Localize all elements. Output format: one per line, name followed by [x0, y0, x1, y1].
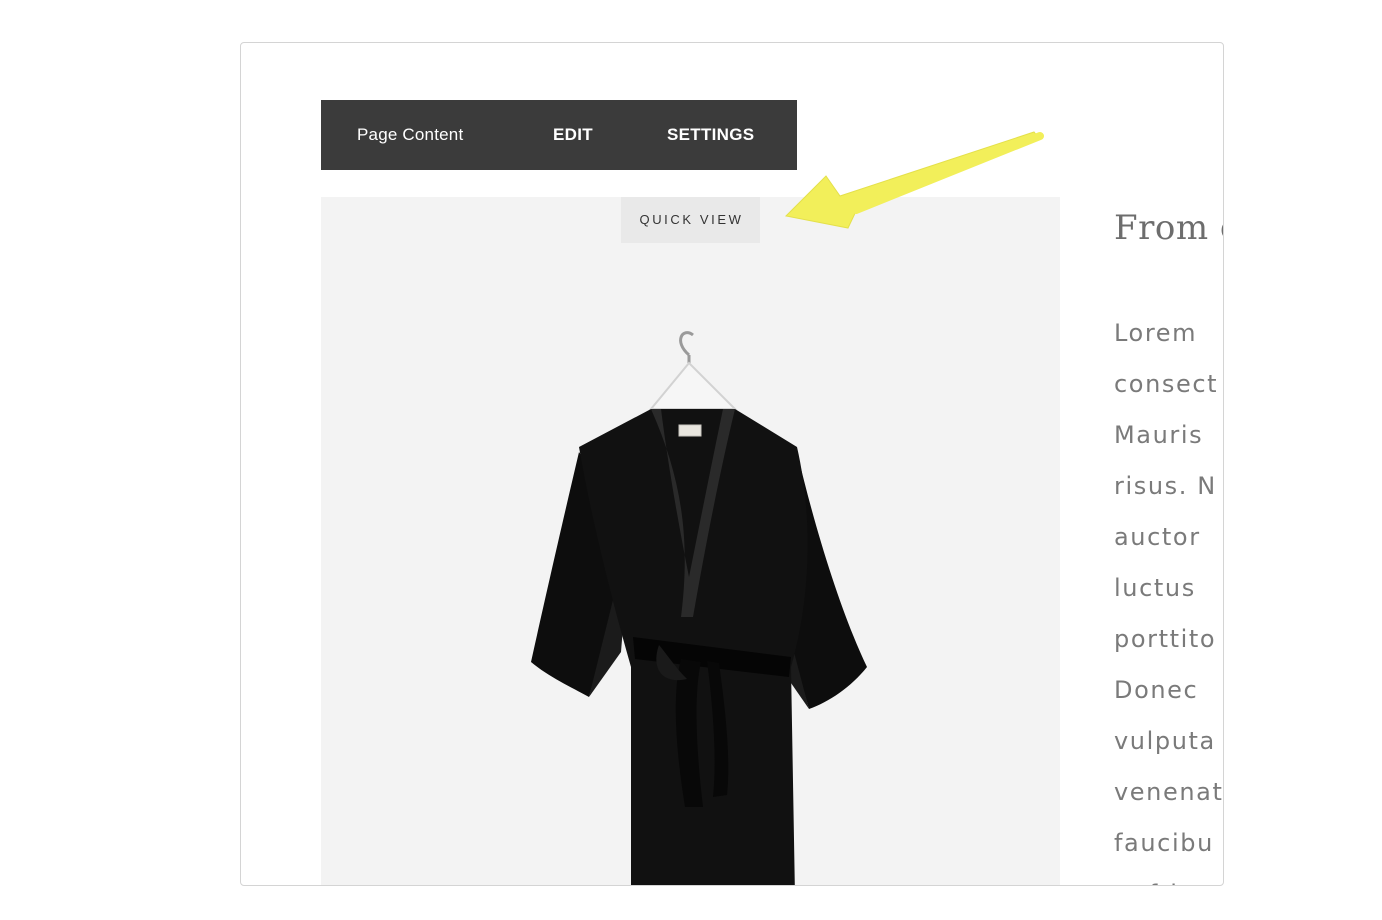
description-line: Lorem — [1114, 319, 1198, 347]
description-line: porttito — [1114, 625, 1217, 653]
page-content-toolbar: Page Content EDIT SETTINGS — [321, 100, 797, 170]
description-line: venenat — [1114, 778, 1224, 806]
settings-button[interactable]: SETTINGS — [667, 100, 754, 170]
description-line: luctus — [1114, 574, 1196, 602]
product-description: From c Lorem consect Mauris risus. N auc… — [1114, 208, 1224, 885]
page-content-label[interactable]: Page Content — [357, 100, 463, 170]
description-line: risus. N — [1114, 472, 1217, 500]
description-line: auctor — [1114, 523, 1201, 551]
page-editor-frame: Page Content EDIT SETTINGS QUICK VIEW Fr… — [240, 42, 1224, 886]
description-text: Lorem consect Mauris risus. N auctor luc… — [1114, 308, 1224, 885]
product-image[interactable]: QUICK VIEW — [321, 197, 1060, 885]
description-line: a, fring — [1114, 869, 1223, 885]
product-title: From c — [1114, 208, 1223, 248]
description-line: consect — [1114, 370, 1219, 398]
black-wrap-dress-image — [531, 331, 867, 885]
edit-button[interactable]: EDIT — [553, 100, 593, 170]
description-line: vulputa — [1114, 727, 1216, 755]
description-line: Donec — [1114, 676, 1199, 704]
quick-view-button[interactable]: QUICK VIEW — [621, 197, 760, 243]
description-line: faucibu — [1114, 829, 1214, 857]
description-line: Mauris — [1114, 421, 1204, 449]
